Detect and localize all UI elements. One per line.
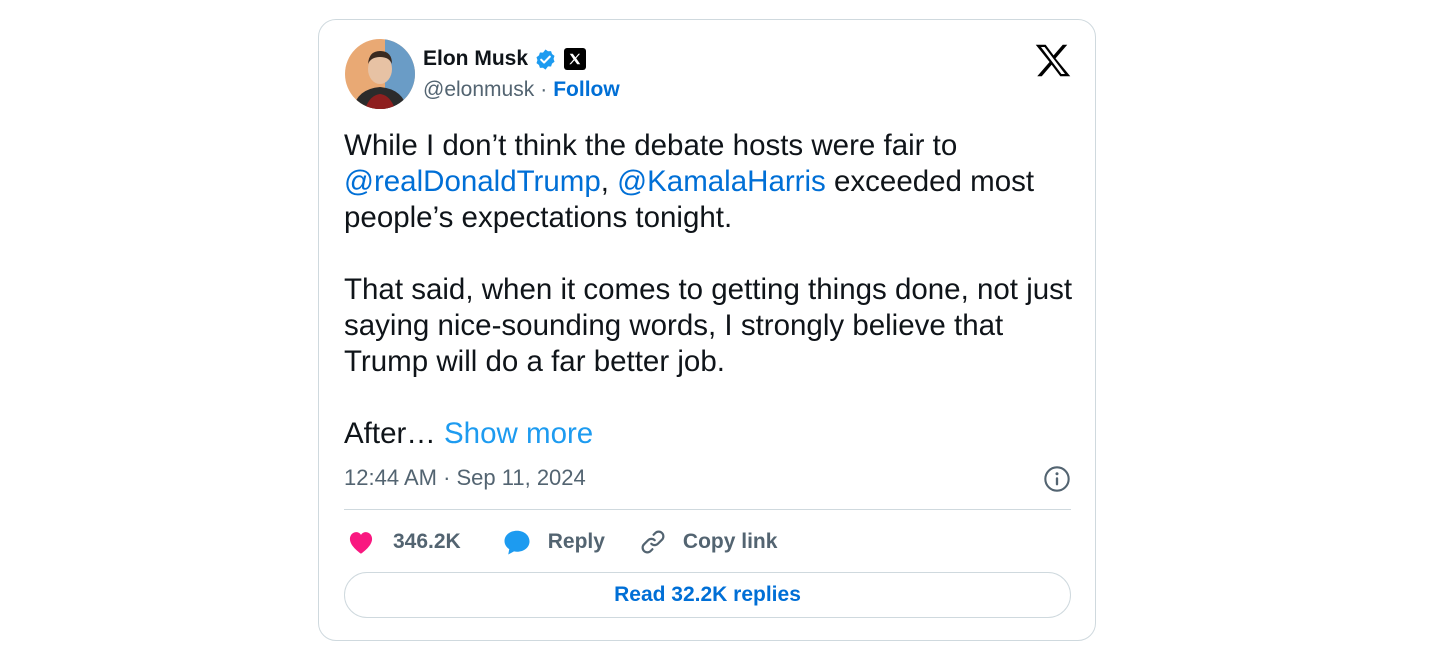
mention-realdonaldtrump[interactable]: @realDonaldTrump (344, 165, 601, 198)
copy-link-button[interactable]: Copy link (639, 528, 778, 556)
tweet-text-comma: , (600, 165, 618, 198)
follow-button[interactable]: Follow (553, 78, 620, 102)
verified-badge-icon (534, 48, 557, 71)
link-icon (639, 528, 667, 556)
author-name-row: Elon Musk (423, 44, 587, 74)
divider (344, 509, 1071, 510)
heart-icon (347, 529, 375, 555)
author-handle[interactable]: @elonmusk (423, 78, 534, 102)
tweet-text-truncated: After… (344, 417, 444, 450)
author-name[interactable]: Elon Musk (423, 47, 528, 71)
x-logo-icon[interactable] (1035, 44, 1071, 77)
author-handle-row: @elonmusk · Follow (423, 78, 620, 102)
tweet-text: While I don’t think the debate hosts wer… (344, 128, 1084, 452)
separator-dot: · (540, 78, 548, 101)
info-icon[interactable] (1043, 465, 1071, 493)
like-count: 346.2K (393, 530, 461, 553)
reply-label: Reply (547, 530, 605, 553)
tweet-paragraph-2: That said, when it comes to getting thin… (344, 273, 1073, 378)
tweet-paragraph-1: While I don’t think the debate hosts wer… (344, 128, 1084, 236)
tweet-actions: 346.2K Reply Copy link (347, 523, 777, 561)
tweet-timestamp[interactable]: 12:44 AM · Sep 11, 2024 (344, 465, 586, 491)
tweet-paragraph-3: After… Show more (344, 416, 1084, 452)
read-replies-button[interactable]: Read 32.2K replies (344, 572, 1071, 618)
copy-link-label: Copy link (682, 530, 778, 553)
mention-kamalaharris[interactable]: @KamalaHarris (617, 165, 826, 198)
show-more-link[interactable]: Show more (444, 417, 593, 450)
reply-button[interactable]: Reply (502, 528, 605, 556)
tweet-card: Elon Musk @elonmusk · Follow While I don… (318, 19, 1096, 641)
speech-bubble-icon (502, 528, 532, 556)
tweet-text-line: While I don’t think the debate hosts wer… (344, 129, 958, 162)
x-affiliate-badge-icon (564, 48, 587, 70)
avatar[interactable] (345, 39, 415, 109)
like-button[interactable]: 346.2K (347, 529, 461, 555)
